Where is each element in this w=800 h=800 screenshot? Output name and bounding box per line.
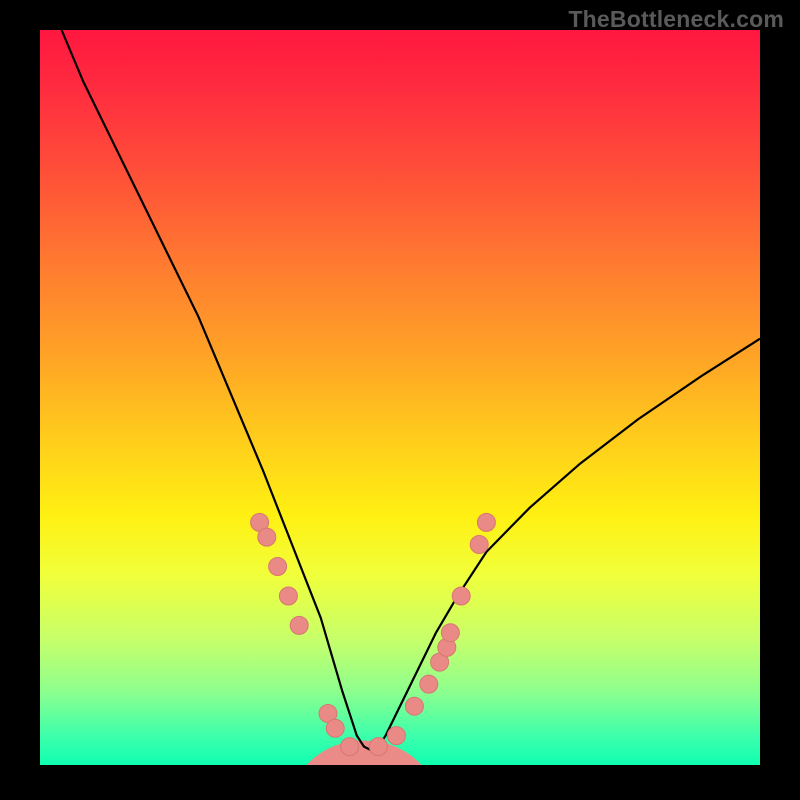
data-point [470, 536, 488, 554]
watermark-text: TheBottleneck.com [568, 6, 784, 33]
data-point [258, 528, 276, 546]
data-point [290, 616, 308, 634]
chart-frame: TheBottleneck.com [0, 0, 800, 800]
data-point [269, 558, 287, 576]
data-point [452, 587, 470, 605]
data-point [369, 738, 387, 756]
bottleneck-curve [62, 30, 760, 750]
data-point [341, 738, 359, 756]
data-point [326, 719, 344, 737]
data-point [441, 624, 459, 642]
plot-area [40, 30, 760, 765]
data-point [279, 587, 297, 605]
curve-layer [40, 30, 760, 765]
data-point [405, 697, 423, 715]
marker-group [251, 513, 496, 755]
data-point [387, 727, 405, 745]
data-point [477, 513, 495, 531]
valley-hump [306, 741, 421, 765]
data-point [420, 675, 438, 693]
